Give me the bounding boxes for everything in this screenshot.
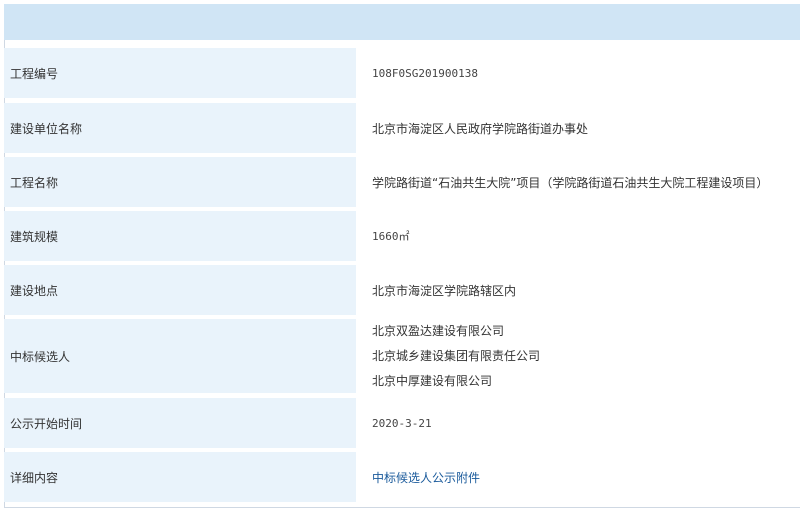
candidate-item: 北京中厚建设有限公司 — [372, 373, 493, 388]
scale-value: 1660㎡ — [362, 211, 800, 261]
start-date-value: 2020-3-21 — [362, 398, 800, 448]
table-row-builder: 建设单位名称 北京市海淀区人民政府学院路街道办事处 — [4, 103, 800, 153]
location-value: 北京市海淀区学院路辖区内 — [362, 265, 800, 315]
builder-value: 北京市海淀区人民政府学院路街道办事处 — [362, 103, 800, 153]
row-label: 中标候选人 — [4, 319, 356, 393]
table-row-project-name: 工程名称 学院路街道“石油共生大院”项目（学院路街道石油共生大院工程建设项目） — [4, 157, 800, 207]
table-row-project-number: 工程编号 108F0SG201900138 — [4, 48, 800, 98]
candidates-value: 北京双盈达建设有限公司 北京城乡建设集团有限责任公司 北京中厚建设有限公司 — [362, 319, 800, 393]
table-row-scale: 建筑规模 1660㎡ — [4, 211, 800, 261]
project-number-value: 108F0SG201900138 — [362, 48, 800, 98]
row-label: 建筑规模 — [4, 211, 356, 261]
project-name-value: 学院路街道“石油共生大院”项目（学院路街道石油共生大院工程建设项目） — [362, 157, 800, 207]
details-value: 中标候选人公示附件 — [362, 452, 800, 502]
row-label: 建设单位名称 — [4, 103, 356, 153]
row-label: 详细内容 — [4, 452, 356, 502]
table-row-details: 详细内容 中标候选人公示附件 — [4, 452, 800, 502]
table-header-band — [4, 4, 800, 40]
row-label: 工程名称 — [4, 157, 356, 207]
table-row-start-date: 公示开始时间 2020-3-21 — [4, 398, 800, 448]
table-row-candidates: 中标候选人 北京双盈达建设有限公司 北京城乡建设集团有限责任公司 北京中厚建设有… — [4, 319, 800, 393]
row-label: 工程编号 — [4, 48, 356, 98]
row-label: 建设地点 — [4, 265, 356, 315]
row-label: 公示开始时间 — [4, 398, 356, 448]
table-row-location: 建设地点 北京市海淀区学院路辖区内 — [4, 265, 800, 315]
candidate-announcement-attachment-link[interactable]: 中标候选人公示附件 — [372, 469, 480, 486]
candidate-item: 北京城乡建设集团有限责任公司 — [372, 348, 541, 363]
candidate-item: 北京双盈达建设有限公司 — [372, 323, 505, 338]
